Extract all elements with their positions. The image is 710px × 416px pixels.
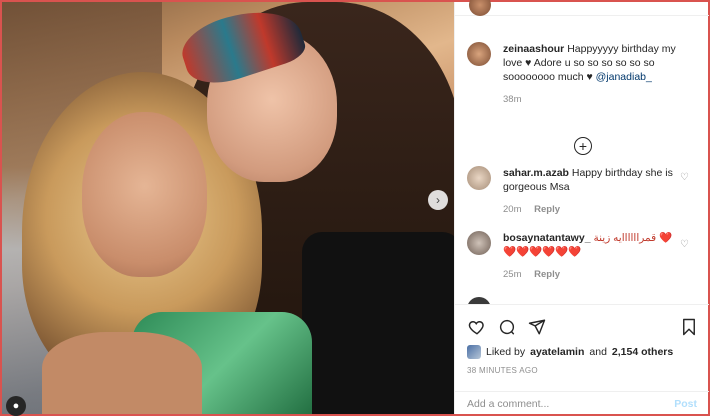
caption-username[interactable]: zeinaashour [503,43,564,55]
share-icon[interactable] [527,317,547,337]
post-comment-button[interactable]: Post [674,398,697,410]
liker-avatar[interactable] [467,345,481,359]
comment-avatar[interactable] [467,231,491,255]
comment-icon[interactable] [497,317,517,337]
like-comment-heart-icon[interactable]: ♡ [680,172,689,183]
comment-age: 25m [503,269,522,280]
caption-age: 38m [503,94,522,105]
post-timestamp: 38 MINUTES AGO [467,366,538,375]
reply-button[interactable]: Reply [534,204,560,215]
chevron-right-icon: › [436,193,440,207]
reply-button[interactable]: Reply [534,269,560,280]
comment-list[interactable]: zeinaashour Happyyyyy birthday my love ♥… [455,16,709,304]
likes-count-button[interactable]: 2,154 others [612,346,673,358]
liker-username[interactable]: ayatelamin [530,346,584,358]
comment-username[interactable]: bosaynatantawy_ [503,232,591,244]
likes-summary: Liked by ayatelamin and 2,154 others [467,345,673,359]
author-avatar[interactable] [469,0,491,16]
comment-avatar[interactable] [467,166,491,190]
caption-avatar[interactable] [467,42,491,66]
add-comment-bar: Post [455,391,709,415]
action-bar: Liked by ayatelamin and 2,154 others 38 … [455,304,709,414]
caption-mention[interactable]: @janadiab_ [596,71,652,83]
comment-username[interactable]: sahar.m.azab [503,167,569,179]
bookmark-icon[interactable] [679,317,699,337]
comments-panel: zeinaashour Happyyyyy birthday my love ♥… [454,0,709,414]
tagged-user-icon[interactable]: ● [6,396,26,416]
like-comment-heart-icon[interactable]: ♡ [680,239,689,250]
heart-icon[interactable] [467,317,487,337]
comment-age: 20m [503,204,522,215]
comment-input[interactable] [467,397,675,410]
post-photo[interactable]: › [2,2,454,414]
next-photo-button[interactable]: › [428,190,448,210]
plus-circle-icon[interactable]: + [574,137,592,155]
